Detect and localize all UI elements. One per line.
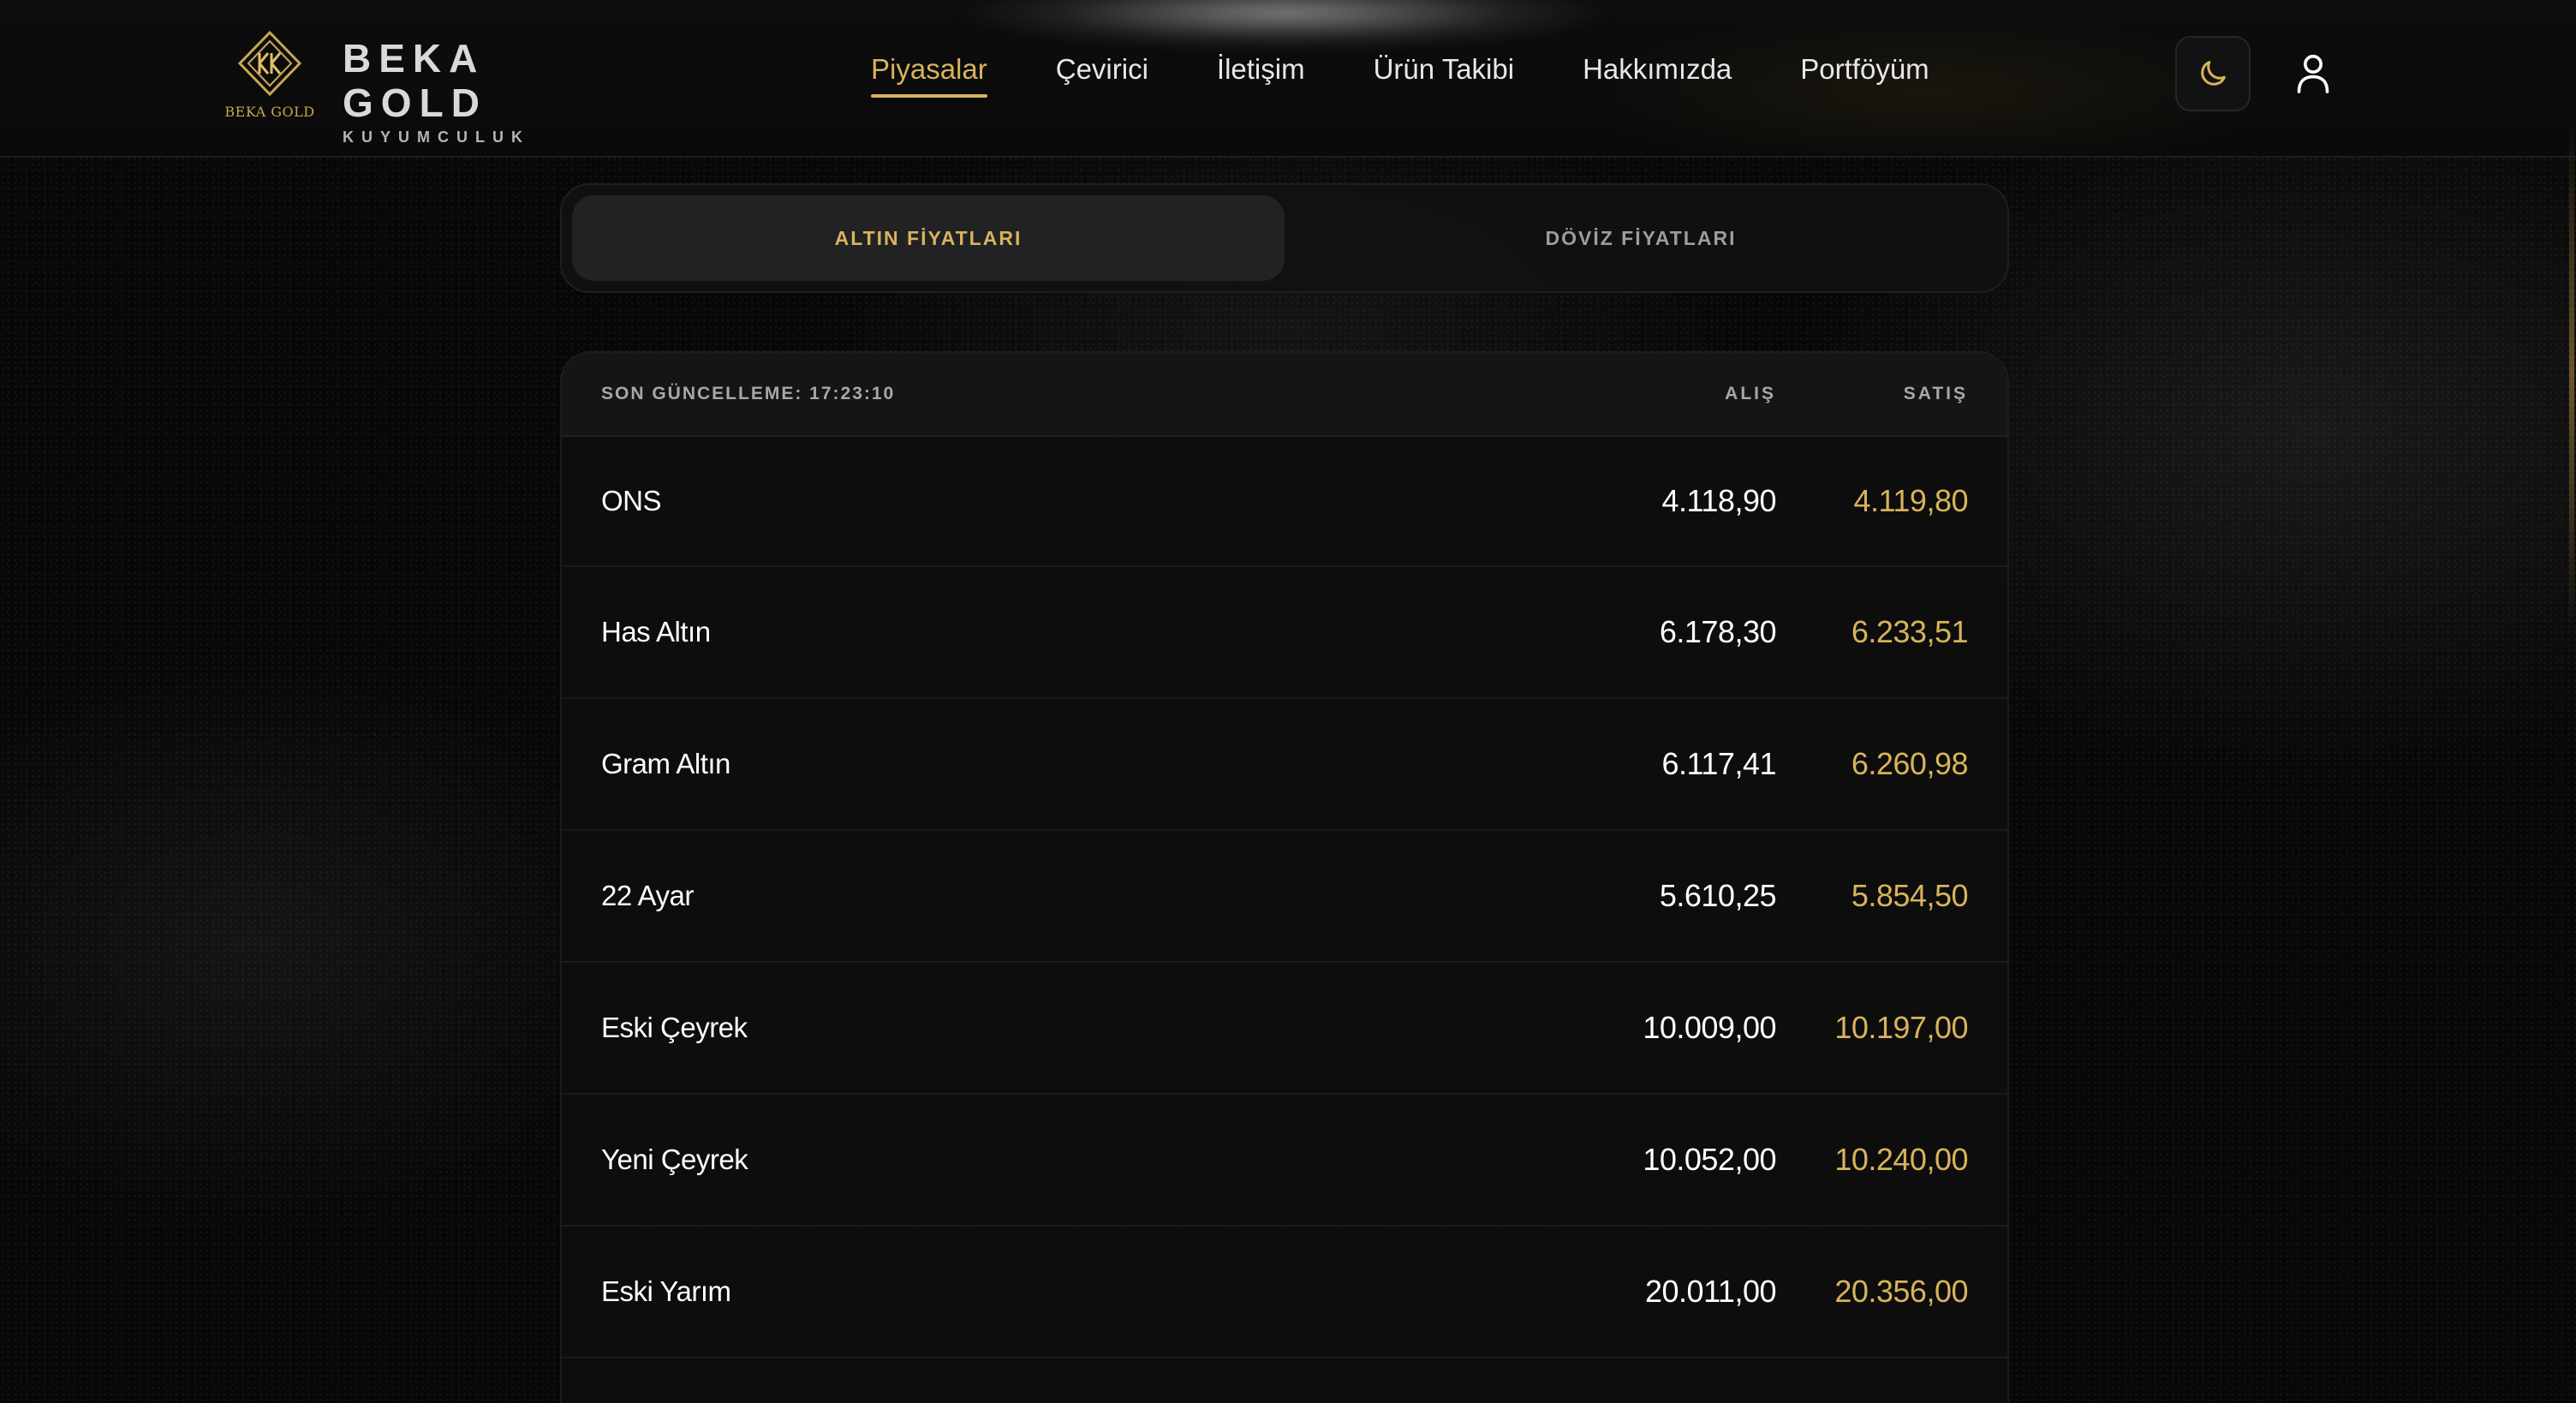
table-row: Eski Yarım 20.011,00 20.356,00 <box>562 1227 2007 1358</box>
row-sell-price: 6.260,98 <box>1851 746 1969 781</box>
table-row: Gram Altın 6.117,41 6.260,98 <box>562 699 2007 831</box>
table-row: Eski Çeyrek 10.009,00 10.197,00 <box>562 963 2007 1095</box>
site-header: BEKA GOLD BEKA GOLD KUYUMCULUK Piyasalar… <box>0 0 2576 158</box>
moon-icon <box>2201 61 2226 86</box>
row-sell-price: 10.197,00 <box>1834 1010 1968 1045</box>
row-name: Yeni Çeyrek <box>601 1143 748 1175</box>
table-row: ONS 4.118,90 4.119,80 <box>562 437 2007 567</box>
nav-item-piyasalar[interactable]: Piyasalar <box>871 53 987 98</box>
tab-altin-fiyatlari[interactable]: ALTIN FİYATLARI <box>572 195 1285 281</box>
page: BEKA GOLD BEKA GOLD KUYUMCULUK Piyasalar… <box>0 0 2576 1403</box>
main-nav: Piyasalar Çevirici İletişim Ürün Takibi … <box>871 53 1929 113</box>
table-row: Yeni Çeyrek 10.052,00 10.240,00 <box>562 1095 2007 1227</box>
table-row: 22 Ayar 5.610,25 5.854,50 <box>562 831 2007 963</box>
last-update-label: SON GÜNCELLEME: 17:23:10 <box>601 384 896 403</box>
nav-item-iletisim[interactable]: İletişim <box>1217 53 1305 98</box>
row-name: Gram Altın <box>601 748 730 779</box>
row-sell-price: 20.356,00 <box>1834 1274 1968 1309</box>
row-name: ONS <box>601 485 662 516</box>
nav-item-portfoyum[interactable]: Portföyüm <box>1800 53 1929 98</box>
sell-column-header: SATIŞ <box>1903 384 1968 403</box>
row-name: Eski Yarım <box>601 1275 731 1307</box>
row-name: Has Altın <box>601 616 711 648</box>
scrollbar-thumb[interactable] <box>2569 120 2574 634</box>
row-buy-price: 6.117,41 <box>1661 746 1777 781</box>
nav-item-hakkimizda[interactable]: Hakkımızda <box>1583 53 1732 98</box>
theme-toggle-button[interactable] <box>2175 36 2251 111</box>
tab-doviz-fiyatlari[interactable]: DÖVİZ FİYATLARI <box>1285 195 1997 281</box>
row-buy-price: 10.052,00 <box>1643 1142 1776 1177</box>
row-sell-price: 5.854,50 <box>1851 878 1969 913</box>
table-row: Has Altın 6.178,30 6.233,51 <box>562 567 2007 699</box>
brand-logo-link[interactable]: BEKA GOLD BEKA GOLD KUYUMCULUK <box>224 31 635 146</box>
row-name: Eski Çeyrek <box>601 1012 748 1043</box>
price-type-tabs: ALTIN FİYATLARI DÖVİZ FİYATLARI <box>560 183 2009 293</box>
row-name: 22 Ayar <box>601 880 694 911</box>
table-header: SON GÜNCELLEME: 17:23:10 ALIŞ SATIŞ <box>562 353 2007 437</box>
row-sell-price: 4.119,80 <box>1853 483 1969 518</box>
user-icon <box>2297 54 2329 93</box>
logo-caption: BEKA GOLD <box>224 104 315 120</box>
logo-emblem: BEKA GOLD <box>224 31 315 120</box>
diamond-logo-icon <box>237 31 302 96</box>
nav-item-urun-takibi[interactable]: Ürün Takibi <box>1374 53 1514 98</box>
row-buy-price: 10.009,00 <box>1643 1010 1776 1045</box>
row-sell-price: 6.233,51 <box>1851 614 1969 649</box>
row-buy-price: 4.118,90 <box>1661 483 1777 518</box>
row-sell-price: 10.240,00 <box>1834 1142 1968 1177</box>
brand-text: BEKA GOLD KUYUMCULUK <box>343 36 635 146</box>
nav-item-cevirici[interactable]: Çevirici <box>1056 53 1148 98</box>
brand-name: BEKA GOLD <box>343 36 487 125</box>
row-buy-price: 5.610,25 <box>1659 878 1777 913</box>
account-button[interactable] <box>2285 45 2341 101</box>
brand-tagline: KUYUMCULUK <box>343 128 531 146</box>
gold-price-table: SON GÜNCELLEME: 17:23:10 ALIŞ SATIŞ ONS … <box>560 351 2009 1403</box>
row-buy-price: 6.178,30 <box>1659 614 1777 649</box>
row-buy-price: 20.011,00 <box>1645 1274 1776 1309</box>
buy-column-header: ALIŞ <box>1725 384 1776 403</box>
